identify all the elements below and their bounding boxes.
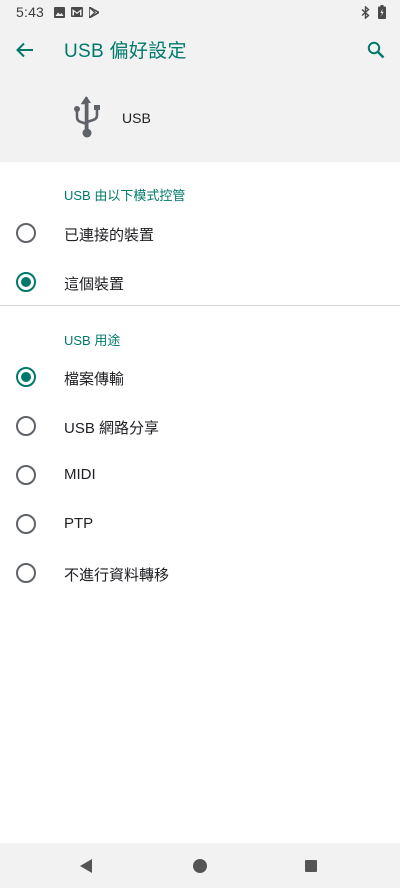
section-divider — [0, 305, 400, 306]
image-icon — [54, 6, 66, 18]
option-file-transfer[interactable]: 檔案傳輸 — [0, 353, 400, 401]
gmail-icon — [71, 7, 84, 17]
option-label: 已連接的裝置 — [64, 227, 155, 244]
back-triangle-icon[interactable] — [79, 858, 93, 874]
option-this-device[interactable]: 這個裝置 — [0, 258, 400, 306]
system-icons — [361, 5, 386, 19]
notification-icons — [54, 6, 100, 18]
search-button[interactable] — [364, 38, 388, 62]
radio-button[interactable] — [16, 514, 36, 534]
radio-button-checked[interactable] — [16, 367, 36, 387]
status-time: 5:43 — [16, 4, 45, 20]
usb-header: USB — [0, 76, 400, 162]
radio-button[interactable] — [16, 563, 36, 583]
arrow-back-icon — [16, 42, 33, 58]
page-title: USB 偏好設定 — [64, 41, 187, 62]
option-usb-tethering[interactable]: USB 網路分享 — [0, 402, 400, 450]
option-label: 不進行資料轉移 — [64, 567, 170, 584]
radio-button[interactable] — [16, 416, 36, 436]
status-bar: 5:43 — [0, 0, 400, 24]
section-title-usage: USB 用途 — [64, 333, 121, 348]
option-connected-device[interactable]: 已連接的裝置 — [0, 209, 400, 257]
usb-label: USB — [122, 110, 151, 126]
option-ptp[interactable]: PTP — [0, 500, 400, 548]
option-label: PTP — [64, 515, 94, 532]
usb-icon — [74, 96, 100, 138]
play-store-icon — [89, 6, 100, 18]
battery-icon — [378, 5, 386, 19]
option-label: 檔案傳輸 — [64, 371, 125, 388]
home-circle-icon[interactable] — [193, 859, 207, 873]
app-bar: USB 偏好設定 — [0, 24, 400, 76]
option-label: USB 網路分享 — [64, 420, 160, 437]
back-button[interactable] — [12, 37, 38, 63]
bluetooth-icon — [361, 5, 370, 19]
section-title-control: USB 由以下模式控管 — [64, 188, 186, 203]
option-label: 這個裝置 — [64, 276, 125, 293]
radio-button[interactable] — [16, 465, 36, 485]
option-label: MIDI — [64, 466, 96, 483]
recents-square-icon[interactable] — [305, 860, 317, 872]
navigation-bar — [0, 843, 400, 888]
option-midi[interactable]: MIDI — [0, 451, 400, 499]
option-no-data-transfer[interactable]: 不進行資料轉移 — [0, 549, 400, 597]
search-icon — [367, 41, 385, 59]
radio-button[interactable] — [16, 223, 36, 243]
radio-button-checked[interactable] — [16, 272, 36, 292]
